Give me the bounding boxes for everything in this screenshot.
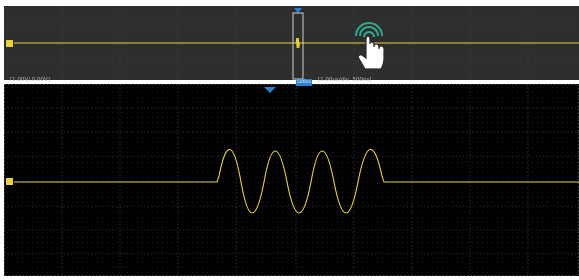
timebase-badge[interactable]: 500ns [296,79,312,86]
tap-hand-icon [355,22,385,70]
channel-1-main-marker-icon[interactable] [6,178,13,185]
scope-graphics [4,6,579,276]
oscilloscope-screen: [1.00V/,0.00V] 500ns [1.00us/div, 500ns] [0,0,579,280]
main-grid-dots [4,84,579,276]
timebase-label: [1.00us/div, 500ns] [318,77,372,83]
vertical-scale-label: [1.00V/,0.00V] [10,77,50,83]
overview-burst [295,37,300,49]
channel-1-marker-icon[interactable] [6,40,13,47]
